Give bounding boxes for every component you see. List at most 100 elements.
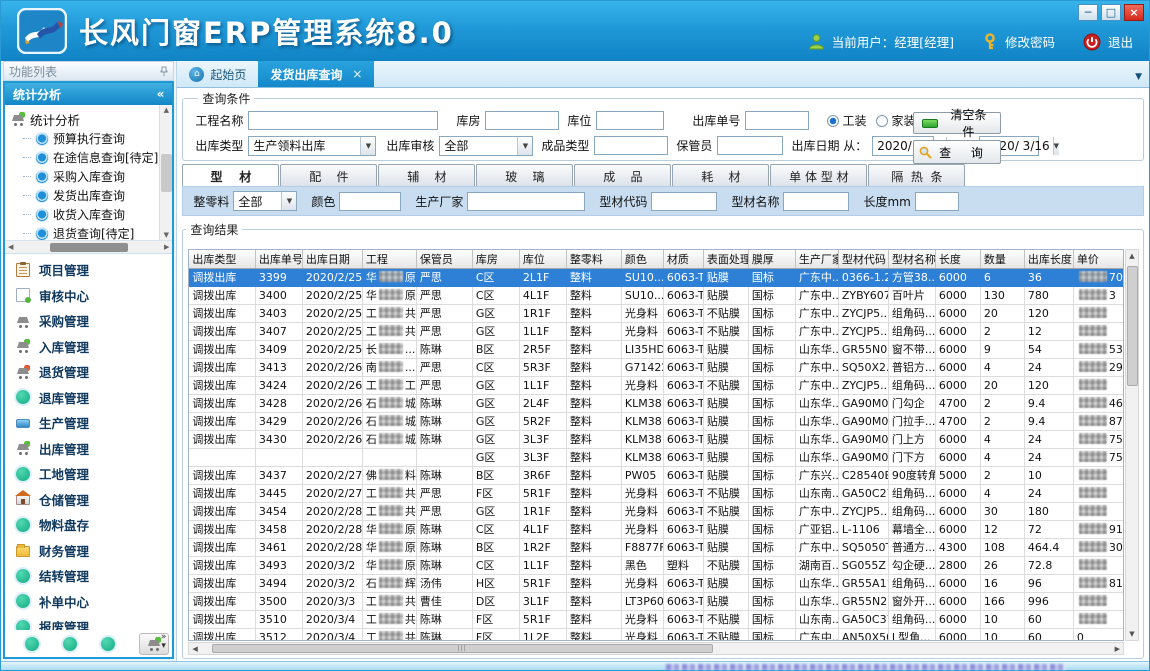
tree-vertical-scrollbar[interactable]: ▲▼ (159, 105, 172, 240)
column-header[interactable]: 型材代码 (838, 250, 888, 268)
subtab[interactable]: 成 品 (574, 164, 671, 186)
table-row[interactable]: 调拨出库35122020/3/4工共工程陈琳F区1L2F整料光身料6063-T5… (189, 628, 1124, 641)
audit-select[interactable]: 全部▼ (439, 136, 533, 156)
grid-horizontal-scrollbar[interactable]: ◀|||▶ (188, 642, 1124, 655)
table-row[interactable]: 调拨出库34582020/2/28华原...陈琳C区4L1F整料光身料6063-… (189, 520, 1124, 538)
table-row[interactable]: 调拨出库34032020/2/25工共工程严思G区1R1F整料光身料6063-T… (189, 304, 1124, 322)
tree-horizontal-scrollbar[interactable]: ◀▶ (5, 241, 172, 254)
sidebar-item[interactable]: 物料盘存 (5, 512, 172, 538)
column-header[interactable]: 膜厚 (748, 250, 795, 268)
column-header[interactable]: 单价 (1073, 250, 1124, 268)
manufacturer-input[interactable] (467, 192, 585, 211)
table-row[interactable]: G区3L3F整料KLM38176063-T5贴膜国标山东华...GA90M09.… (189, 448, 1124, 466)
tree-root-node[interactable]: 统计分析 (11, 109, 158, 129)
tab-home[interactable]: ⌂ 起始页 (177, 61, 258, 87)
subtab[interactable]: 耗 材 (672, 164, 769, 186)
column-header[interactable]: 库位 (519, 250, 566, 268)
sidebar-item[interactable]: 工地管理 (5, 461, 172, 487)
radio-industrial[interactable]: 工装 (827, 112, 866, 129)
collapse-icon[interactable]: « (157, 87, 165, 101)
subtab[interactable]: 型 材 (182, 164, 279, 186)
sidebar-item[interactable]: 退货管理 (5, 359, 172, 385)
column-header[interactable]: 出库类型 (189, 250, 255, 268)
column-header[interactable]: 整零料 (566, 250, 621, 268)
more-buttons-chevron[interactable]: »▾ (161, 633, 167, 651)
column-header[interactable]: 保管员 (416, 250, 472, 268)
sidebar-item[interactable]: 报废管理 (5, 614, 172, 630)
sidebar-item[interactable]: 采购管理 (5, 308, 172, 334)
table-row[interactable]: 调拨出库35002020/3/3工共工程曹佳D区3L1F整料LT3P606063… (189, 592, 1124, 610)
column-header[interactable]: 生产厂家 (795, 250, 838, 268)
table-row[interactable]: 调拨出库34612020/2/28华原...陈琳B区1R2F整料F8877FT6… (189, 538, 1124, 556)
table-row[interactable]: 调拨出库34092020/2/25长...陈琳B区2R5F整料LI35HD606… (189, 340, 1124, 358)
project-name-input[interactable] (248, 111, 438, 130)
table-row[interactable]: 调拨出库34282020/2/26石城陈琳G区2L4F整料KLM38176063… (189, 394, 1124, 412)
length-input[interactable] (915, 192, 959, 211)
table-row[interactable]: 调拨出库34942020/3/2石辉城汤伟H区5R1F整料光身料6063-T5贴… (189, 574, 1124, 592)
table-row[interactable]: 调拨出库35102020/3/4工共工程陈琳F区5R1F整料光身料6063-T5… (189, 610, 1124, 628)
location-input[interactable] (596, 111, 664, 130)
profile-name-input[interactable] (783, 192, 849, 211)
circle-icon[interactable] (101, 637, 115, 651)
column-header[interactable]: 长度 (935, 250, 980, 268)
subtab[interactable]: 单 体 型 材 (770, 164, 867, 186)
table-row[interactable]: 调拨出库34072020/2/25工共工程严思G区1L1F整料光身料6063-T… (189, 322, 1124, 340)
close-button[interactable]: × (1124, 4, 1144, 21)
column-header[interactable]: 工程 (362, 250, 416, 268)
column-header[interactable]: 出库长度 (1024, 250, 1073, 268)
outbound-no-input[interactable] (745, 111, 809, 130)
subtab[interactable]: 配 件 (280, 164, 377, 186)
column-header[interactable]: 型材名称 (888, 250, 935, 268)
sidebar-item[interactable]: 退库管理 (5, 385, 172, 411)
product-type-input[interactable] (594, 136, 668, 155)
pin-icon[interactable] (160, 66, 168, 77)
table-row[interactable]: 调拨出库34302020/2/26石城陈琳G区3L3F整料KLM38176063… (189, 430, 1124, 448)
table-row[interactable]: 调拨出库34292020/2/26石城陈琳G区5R2F整料KLM38176063… (189, 412, 1124, 430)
tab-shipment-outbound-query[interactable]: 发货出库查询 × (258, 61, 374, 87)
whole-scrap-select[interactable]: 全部▼ (233, 191, 297, 211)
table-row[interactable]: 调拨出库34002020/2/25华原...严思C区4L1F整料SU10...6… (189, 286, 1124, 304)
table-row[interactable]: 调拨出库33992020/2/25华原...严思C区2L1F整料SU10...6… (189, 268, 1124, 286)
sidebar-group-header[interactable]: 统计分析 « (5, 83, 172, 105)
subtab[interactable]: 辅 材 (378, 164, 475, 186)
tree-item[interactable]: 采购入库查询 (11, 167, 158, 186)
sidebar-item[interactable]: 出库管理 (5, 436, 172, 462)
minimize-button[interactable]: ─ (1078, 4, 1098, 21)
keeper-input[interactable] (717, 136, 783, 155)
profile-code-input[interactable] (651, 192, 717, 211)
circle-icon[interactable] (25, 637, 39, 651)
sidebar-item[interactable]: 结转管理 (5, 563, 172, 589)
column-header[interactable]: 表面处理 (703, 250, 748, 268)
sidebar-item[interactable]: 审核中心 (5, 283, 172, 309)
table-row[interactable]: 调拨出库34132020/2/26南...严思C区5R3F整料G71422606… (189, 358, 1124, 376)
circle-icon[interactable] (63, 637, 77, 651)
color-input[interactable] (339, 192, 401, 211)
sidebar-item[interactable]: 生产管理 (5, 410, 172, 436)
tree-item[interactable]: 收货入库查询 (11, 205, 158, 224)
sidebar-item[interactable]: 仓储管理 (5, 487, 172, 513)
table-row[interactable]: 调拨出库34372020/2/27佛料...陈琳B区3R6F整料PW056063… (189, 466, 1124, 484)
tree-item[interactable]: 发货出库查询 (11, 186, 158, 205)
tab-list-dropdown-icon[interactable]: ▼ (1135, 72, 1142, 82)
tree-item[interactable]: 退货查询[待定] (11, 224, 158, 241)
radio-home[interactable]: 家装 (876, 112, 915, 129)
subtab[interactable]: 玻 璃 (476, 164, 573, 186)
column-header[interactable]: 出库日期 (302, 250, 362, 268)
search-button[interactable]: 查 询 (913, 140, 1001, 164)
table-row[interactable]: 调拨出库34932020/3/2华原...陈琳C区1L1F整料黑色塑料不贴膜国标… (189, 556, 1124, 574)
outbound-type-select[interactable]: 生产领料出库▼ (248, 136, 376, 156)
column-header[interactable]: 材质 (663, 250, 703, 268)
grid-vertical-scrollbar[interactable]: ▲▼ (1125, 249, 1139, 641)
column-header[interactable]: 颜色 (621, 250, 663, 268)
maximize-button[interactable]: □ (1101, 4, 1121, 21)
change-password-link[interactable]: 修改密码 (1005, 32, 1055, 51)
sidebar-item[interactable]: 补单中心 (5, 589, 172, 615)
column-header[interactable]: 库房 (472, 250, 519, 268)
table-row[interactable]: 调拨出库34452020/2/27工共工程严思F区5R1F整料光身料6063-T… (189, 484, 1124, 502)
tree-item[interactable]: 在途信息查询[待定] (11, 148, 158, 167)
sidebar-item[interactable]: 财务管理 (5, 538, 172, 564)
table-row[interactable]: 调拨出库34542020/2/28工共工程严思G区1R1F整料光身料6063-T… (189, 502, 1124, 520)
sidebar-item[interactable]: 项目管理 (5, 257, 172, 283)
logout-link[interactable]: 退出 (1108, 32, 1133, 51)
tab-close-icon[interactable]: × (352, 67, 362, 81)
